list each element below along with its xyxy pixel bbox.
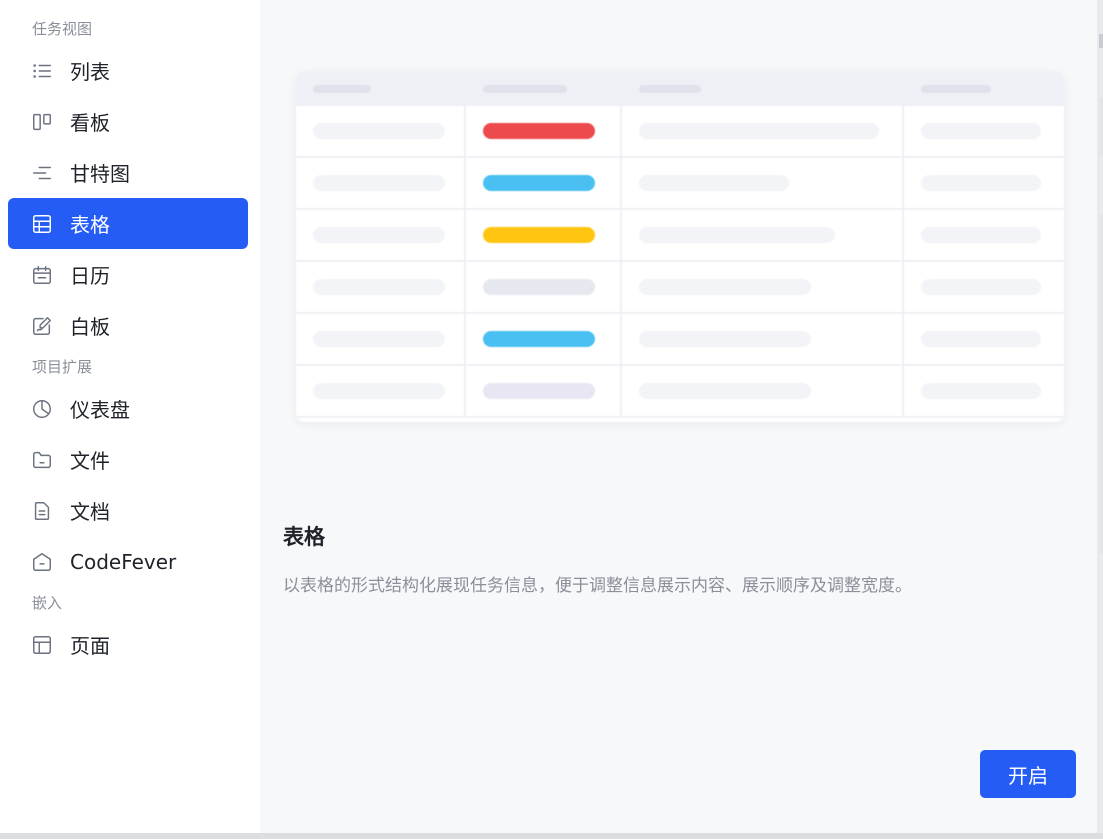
dashboard-icon	[30, 397, 54, 421]
preview-row	[296, 366, 1064, 418]
app-window: 任务视图 列表 看板 甘特图 表格 日历 白板 项目扩展 仪表盘 文件 文档 C…	[0, 0, 1097, 833]
group-title-task-views: 任务视图	[32, 20, 93, 38]
status-pill	[483, 279, 595, 295]
sidebar-item-kanban[interactable]: 看板	[8, 96, 248, 147]
status-pill	[483, 175, 595, 191]
group-title-embed: 嵌入	[32, 594, 63, 612]
view-title: 表格	[283, 525, 325, 549]
status-pill	[483, 123, 595, 139]
status-pill	[483, 331, 595, 347]
group-title-project-extensions: 项目扩展	[32, 358, 93, 376]
sidebar-item-label: 看板	[70, 111, 110, 135]
sidebar-item-label: 仪表盘	[70, 398, 130, 422]
sidebar-item-label: 列表	[70, 60, 110, 84]
sidebar-item-label: 文件	[70, 449, 110, 473]
table-preview-illustration	[296, 72, 1064, 422]
sidebar-item-label: 表格	[70, 213, 110, 237]
kanban-icon	[30, 110, 54, 134]
sidebar-item-label: 白板	[70, 315, 110, 339]
sidebar-item-label: 甘特图	[70, 162, 130, 186]
sidebar-item-label: 文档	[70, 500, 110, 524]
sidebar-item-whiteboard[interactable]: 白板	[8, 300, 248, 351]
preview-row	[296, 106, 1064, 158]
window-edge-bottom	[0, 833, 1103, 839]
calendar-icon	[30, 263, 54, 287]
sidebar-item-label: 页面	[70, 634, 110, 658]
sidebar-item-codefever[interactable]: CodeFever	[8, 536, 248, 587]
whiteboard-icon	[30, 314, 54, 338]
preview-header-row	[296, 72, 1064, 106]
status-pill	[483, 383, 595, 399]
preview-row	[296, 210, 1064, 262]
view-description: 以表格的形式结构化展现任务信息，便于调整信息展示内容、展示顺序及调整宽度。	[283, 576, 912, 596]
sidebar-item-files[interactable]: 文件	[8, 434, 248, 485]
sidebar-item-label: 日历	[70, 264, 110, 288]
sidebar-item-page[interactable]: 页面	[8, 619, 248, 670]
preview-row	[296, 262, 1064, 314]
status-pill	[483, 227, 595, 243]
sidebar-item-table[interactable]: 表格	[8, 198, 248, 249]
sidebar-item-dashboard[interactable]: 仪表盘	[8, 383, 248, 434]
sidebar-item-documents[interactable]: 文档	[8, 485, 248, 536]
folder-icon	[30, 448, 54, 472]
codefever-icon	[30, 550, 54, 574]
detail-panel: 表格 以表格的形式结构化展现任务信息，便于调整信息展示内容、展示顺序及调整宽度。…	[260, 0, 1097, 833]
table-icon	[30, 212, 54, 236]
list-icon	[30, 59, 54, 83]
background-edge	[1097, 0, 1103, 839]
preview-row	[296, 314, 1064, 366]
sidebar-item-label: CodeFever	[70, 549, 177, 574]
document-icon	[30, 499, 54, 523]
page-icon	[30, 633, 54, 657]
preview-body	[296, 106, 1064, 418]
enable-button[interactable]: 开启	[980, 750, 1076, 798]
sidebar-item-gantt[interactable]: 甘特图	[8, 147, 248, 198]
gantt-icon	[30, 161, 54, 185]
sidebar-item-calendar[interactable]: 日历	[8, 249, 248, 300]
preview-row	[296, 158, 1064, 210]
sidebar-item-list[interactable]: 列表	[8, 45, 248, 96]
sidebar: 任务视图 列表 看板 甘特图 表格 日历 白板 项目扩展 仪表盘 文件 文档 C…	[0, 0, 260, 833]
